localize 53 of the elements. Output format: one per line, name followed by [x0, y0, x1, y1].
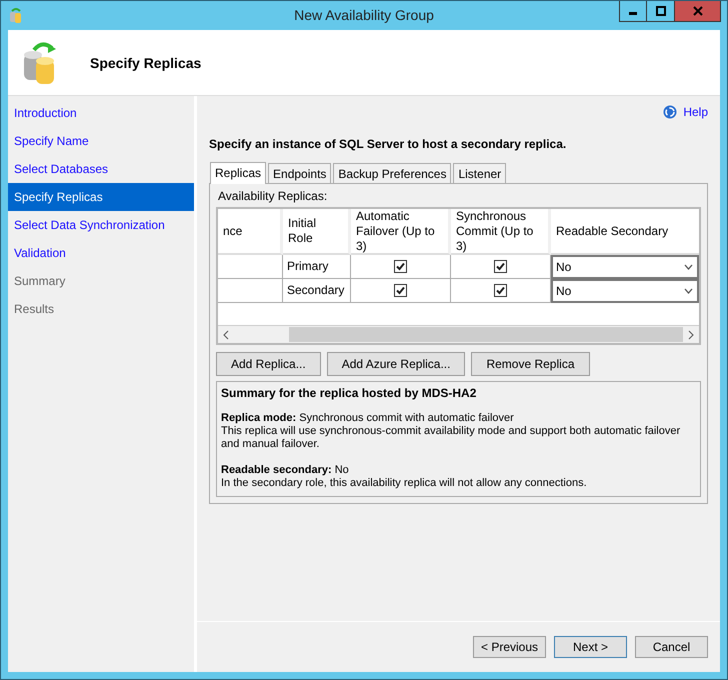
action-button[interactable]: Add Azure Replica...	[326, 352, 466, 376]
summary-title: Summary for the replica hosted by MDS-HA2	[221, 386, 478, 400]
app-icon	[9, 7, 23, 23]
table-cell	[218, 255, 283, 279]
close-button[interactable]	[675, 1, 721, 22]
tab[interactable]: Replicas	[210, 162, 266, 184]
nav-item[interactable]: Specify Replicas	[8, 183, 194, 211]
horizontal-scrollbar[interactable]	[218, 325, 699, 343]
chevron-down-icon	[684, 264, 693, 270]
wizard-button[interactable]: < Previous	[473, 636, 546, 658]
chevron-down-icon	[684, 288, 693, 294]
checkbox[interactable]	[494, 284, 507, 297]
help-link[interactable]: Help	[663, 105, 708, 119]
table-cell: Secondary	[283, 279, 351, 303]
maximize-button[interactable]	[647, 1, 675, 22]
column-header: Readable Secondary	[551, 209, 699, 255]
nav-item[interactable]: Summary	[8, 267, 194, 295]
tab[interactable]: Backup Preferences	[333, 163, 452, 183]
checkbox[interactable]	[394, 260, 407, 273]
nav-item[interactable]: Specify Name	[8, 127, 194, 155]
help-icon	[663, 105, 678, 119]
wizard-button[interactable]: Cancel	[635, 636, 708, 658]
column-header: Synchronous Commit (Up to 3)	[451, 209, 551, 255]
checkbox[interactable]	[394, 284, 407, 297]
column-header: nce	[218, 209, 283, 255]
summary-text: Replica mode: Synchronous commit with automatic failover	[221, 412, 515, 425]
nav-item[interactable]: Validation	[8, 239, 194, 267]
dropdown[interactable]: No	[551, 279, 699, 303]
close-icon	[692, 6, 702, 16]
minimize-button[interactable]	[619, 1, 647, 22]
wizard-button[interactable]: Next >	[554, 636, 627, 658]
table-cell	[218, 279, 283, 303]
table-cell: Primary	[283, 255, 351, 279]
summary-text: Readable secondary: No	[221, 464, 350, 477]
nav-item[interactable]: Select Databases	[8, 155, 194, 183]
tab[interactable]: Endpoints	[268, 163, 332, 183]
column-header: Automatic Failover (Up to 3)	[351, 209, 451, 255]
group-label: Availability Replicas:	[218, 189, 328, 203]
nav-item[interactable]: Select Data Synchronization	[8, 211, 194, 239]
dropdown[interactable]: No	[551, 255, 699, 279]
column-header: Initial Role	[283, 209, 351, 255]
window-title: New Availability Group	[293, 7, 435, 23]
instruction-text: Specify an instance of SQL Server to host a secondary replica.	[209, 137, 568, 151]
checkbox[interactable]	[494, 260, 507, 273]
action-button[interactable]: Remove Replica	[471, 352, 590, 376]
summary-text: In the secondary role, this availability replica will not allow any connections.	[221, 477, 588, 490]
page-title: Specify Replicas	[90, 54, 202, 70]
maximize-icon	[656, 6, 666, 16]
action-button[interactable]: Add Replica...	[216, 352, 321, 376]
summary-text: This replica will use synchronous-commit availability mode and support both automatic failover and manual failover.	[221, 425, 682, 451]
tab[interactable]: Listener	[453, 163, 506, 183]
nav-item[interactable]: Results	[8, 295, 194, 323]
nav-item[interactable]: Introduction	[8, 99, 194, 127]
